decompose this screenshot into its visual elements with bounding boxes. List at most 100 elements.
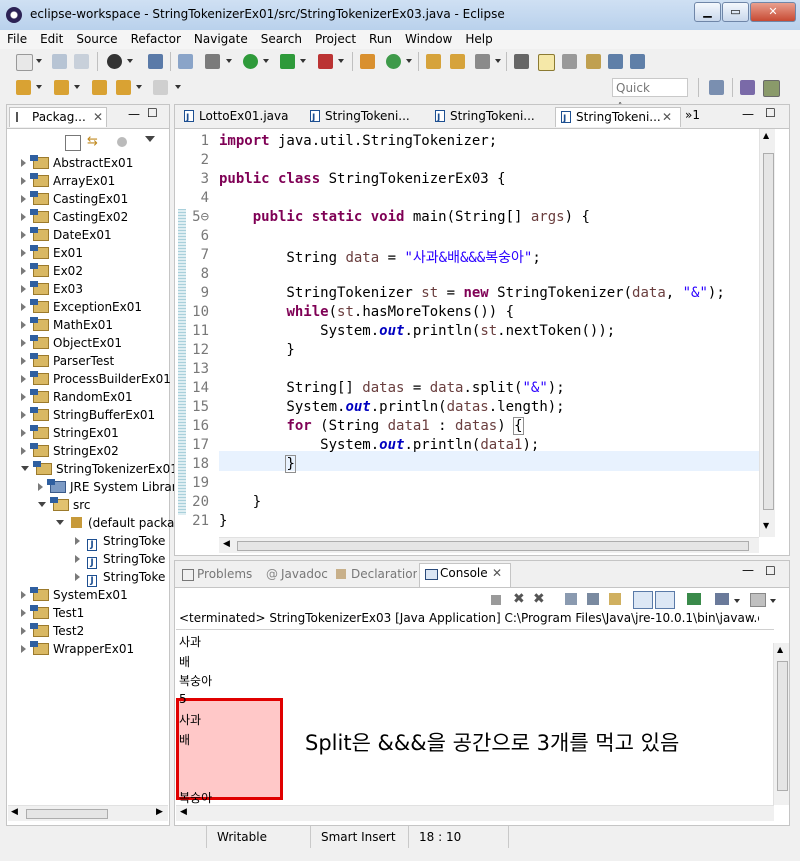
tree-item-project[interactable]: ArrayEx01 <box>21 172 115 190</box>
expand-icon[interactable] <box>21 627 26 635</box>
remove-launch-icon[interactable]: ✖ <box>513 591 525 607</box>
next-annotation-icon[interactable] <box>16 80 31 95</box>
scrollbar-thumb[interactable] <box>763 153 774 510</box>
code-line[interactable]: System.out.println(datas.length); <box>219 399 564 415</box>
menu-edit[interactable]: Edit <box>33 30 69 46</box>
skip-breakpoints-icon[interactable] <box>178 54 193 69</box>
close-icon[interactable]: ✕ <box>492 564 502 582</box>
remove-all-launches-icon[interactable]: ✖ <box>533 591 545 607</box>
terminal-icon[interactable] <box>148 54 163 69</box>
chevron-down-icon[interactable] <box>338 59 344 63</box>
tree-item-package[interactable]: (default packa <box>56 514 174 532</box>
menu-run[interactable]: Run <box>362 30 398 46</box>
scroll-up-icon[interactable]: ▲ <box>763 131 769 140</box>
tree-item-project[interactable]: AbstractEx01 <box>21 154 133 172</box>
expand-open-icon[interactable] <box>38 502 46 507</box>
code-line[interactable]: } <box>219 494 261 510</box>
chevron-down-icon[interactable] <box>263 59 269 63</box>
pin-console-icon[interactable] <box>687 593 701 605</box>
expand-icon[interactable] <box>21 357 26 365</box>
menu-search[interactable]: Search <box>254 30 308 46</box>
scroll-left-icon[interactable]: ◀ <box>180 807 187 817</box>
expand-icon[interactable] <box>21 231 26 239</box>
chevron-down-icon[interactable] <box>127 59 133 63</box>
view-menu-icon[interactable] <box>145 136 155 142</box>
code-line[interactable]: } <box>219 342 294 358</box>
tab-package-explorer[interactable]: Packag... ✕ <box>9 107 107 127</box>
word-wrap-icon[interactable] <box>608 54 623 69</box>
forward-icon[interactable] <box>153 80 168 95</box>
last-edit-icon[interactable] <box>92 80 107 95</box>
expand-icon[interactable] <box>21 609 26 617</box>
expand-icon[interactable] <box>21 303 26 311</box>
expand-icon[interactable] <box>21 645 26 653</box>
expand-icon[interactable] <box>21 177 26 185</box>
link-editor-icon[interactable]: ⇆ <box>87 135 101 149</box>
maximize-icon[interactable]: ☐ <box>765 106 776 120</box>
expand-icon[interactable] <box>21 159 26 167</box>
maximize-icon[interactable]: ☐ <box>765 564 776 578</box>
scroll-left-icon[interactable]: ◀ <box>223 539 230 549</box>
chevron-down-icon[interactable] <box>734 599 740 603</box>
mark-occurrences-icon[interactable] <box>538 54 555 71</box>
tree-item-project[interactable]: DateEx01 <box>21 226 112 244</box>
tree-item-project[interactable]: ProcessBuilderEx01 <box>21 370 171 388</box>
open-perspective-icon[interactable] <box>709 80 724 95</box>
chevron-down-icon[interactable] <box>406 59 412 63</box>
menu-project[interactable]: Project <box>308 30 362 46</box>
menu-navigate[interactable]: Navigate <box>187 30 254 46</box>
tree-item-project[interactable]: ObjectEx01 <box>21 334 122 352</box>
expand-icon[interactable] <box>75 573 80 581</box>
menu-source[interactable]: Source <box>69 30 123 46</box>
tree-item-jre[interactable]: JRE System Librar <box>38 478 177 496</box>
code-line[interactable]: System.out.println(st.nextToken()); <box>219 323 615 339</box>
toggle-breadcrumb-icon[interactable] <box>514 54 529 69</box>
expand-icon[interactable] <box>21 267 26 275</box>
save-icon[interactable] <box>52 54 67 69</box>
chevron-down-icon[interactable] <box>36 59 42 63</box>
display-console-icon[interactable] <box>715 593 729 605</box>
expand-icon[interactable] <box>21 591 26 599</box>
tree-item-file[interactable]: J StringToke <box>75 568 165 587</box>
vertical-scrollbar[interactable]: ▲ ▼ <box>759 129 775 537</box>
previous-annotation-icon[interactable] <box>54 80 69 95</box>
search-icon[interactable] <box>475 54 490 69</box>
menu-refactor[interactable]: Refactor <box>124 30 187 46</box>
chevron-down-icon[interactable] <box>74 85 80 89</box>
expand-icon[interactable] <box>38 483 43 491</box>
expand-icon[interactable] <box>21 195 26 203</box>
expand-icon[interactable] <box>75 537 80 545</box>
tree-item-project[interactable]: Ex02 <box>21 262 83 280</box>
new-class-icon[interactable] <box>386 54 401 69</box>
java-perspective-icon[interactable] <box>763 80 780 97</box>
chevron-down-icon[interactable] <box>300 59 306 63</box>
code-line[interactable]: } <box>219 455 296 473</box>
expand-icon[interactable] <box>21 429 26 437</box>
tab-stringtokenizer-1[interactable]: StringTokeni... <box>305 107 427 127</box>
expand-icon[interactable] <box>21 375 26 383</box>
tab-stringtokenizer-2[interactable]: StringTokeni... <box>430 107 552 127</box>
block-selection-icon[interactable] <box>562 54 577 69</box>
open-task-icon[interactable] <box>450 54 465 69</box>
tree-item-src[interactable]: src <box>38 496 91 514</box>
chevron-down-icon[interactable] <box>36 85 42 89</box>
minimize-icon[interactable]: — <box>128 107 140 121</box>
save-all-icon[interactable] <box>74 54 89 69</box>
horizontal-scrollbar[interactable]: ◀ ▶ <box>8 805 168 821</box>
minimize-button[interactable]: ▁ <box>694 2 721 22</box>
tree-item-project[interactable]: StringEx02 <box>21 442 119 460</box>
tree-item-file[interactable]: J StringToke <box>75 550 165 569</box>
horizontal-scrollbar[interactable]: ◀ <box>176 805 774 821</box>
close-icon[interactable]: ✕ <box>93 108 103 126</box>
tab-console[interactable]: Console ✕ <box>419 563 511 587</box>
chevron-down-icon[interactable] <box>226 59 232 63</box>
expand-icon[interactable] <box>21 393 26 401</box>
java-ee-perspective-icon[interactable] <box>740 80 755 95</box>
tree-item-project[interactable]: MathEx01 <box>21 316 113 334</box>
tree-item-project[interactable]: Ex03 <box>21 280 83 298</box>
tab-problems[interactable]: Problems <box>177 565 259 585</box>
tree-item-project[interactable]: Test2 <box>21 622 84 640</box>
code-line[interactable]: StringTokenizer st = new StringTokenizer… <box>219 285 724 301</box>
code-line[interactable]: } <box>219 513 227 529</box>
scroll-lock-icon[interactable] <box>587 593 599 605</box>
